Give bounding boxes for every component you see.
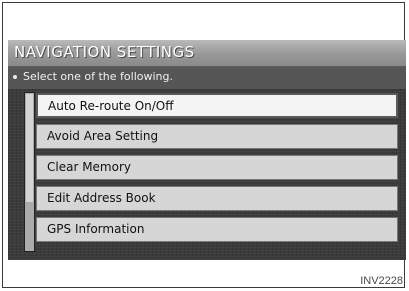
instruction-row: Select one of the following. bbox=[8, 67, 406, 89]
scrollbar-thumb[interactable] bbox=[26, 94, 33, 202]
menu-item-gps-information[interactable]: GPS Information bbox=[36, 217, 398, 242]
scrollbar[interactable] bbox=[24, 92, 35, 252]
menu-item-label: Clear Memory bbox=[47, 160, 131, 174]
figure-code: INV2228 bbox=[360, 275, 403, 287]
menu-item-edit-address-book[interactable]: Edit Address Book bbox=[36, 186, 398, 211]
navigation-settings-screen: NAVIGATION SETTINGS Select one of the fo… bbox=[8, 40, 406, 260]
menu-item-avoid-area-setting[interactable]: Avoid Area Setting bbox=[36, 124, 398, 149]
menu-item-clear-memory[interactable]: Clear Memory bbox=[36, 155, 398, 180]
menu-item-auto-reroute[interactable]: Auto Re-route On/Off bbox=[36, 93, 398, 118]
settings-menu: Auto Re-route On/Off Avoid Area Setting … bbox=[36, 93, 398, 248]
menu-item-label: Avoid Area Setting bbox=[47, 129, 159, 143]
menu-item-label: Edit Address Book bbox=[47, 191, 156, 205]
instruction-text: Select one of the following. bbox=[23, 70, 173, 83]
menu-item-label: Auto Re-route On/Off bbox=[48, 99, 174, 113]
menu-item-label: GPS Information bbox=[47, 222, 145, 236]
bullet-icon bbox=[13, 75, 17, 79]
screen-title: NAVIGATION SETTINGS bbox=[14, 43, 195, 61]
title-bar: NAVIGATION SETTINGS bbox=[8, 40, 406, 67]
